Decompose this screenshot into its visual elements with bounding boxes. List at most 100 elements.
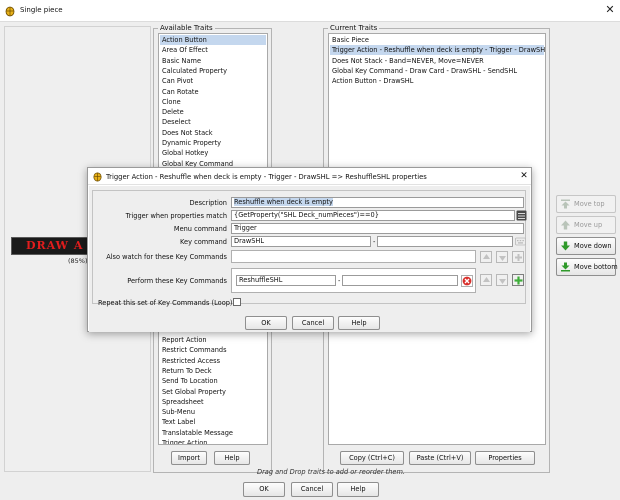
list-item[interactable]: Global Key Command - Draw Card - DrawSHL… xyxy=(330,66,544,76)
list-item[interactable]: Can Pivot xyxy=(160,76,266,86)
list-item[interactable]: Does Not Stack - Band=NEVER, Move=NEVER xyxy=(330,56,544,66)
dialog-title-bar: Trigger Action - Reshuffle when deck is … xyxy=(88,168,531,185)
dialog-ok-button[interactable]: OK xyxy=(245,316,287,330)
move-down-button[interactable]: Move down xyxy=(556,237,616,255)
available-traits-title: Available Traits xyxy=(158,24,215,32)
list-item[interactable]: Can Rotate xyxy=(160,87,266,97)
list-item[interactable]: Delete xyxy=(160,107,266,117)
watch-add-button[interactable] xyxy=(512,251,524,263)
arrow-up-icon xyxy=(483,254,490,259)
list-item[interactable]: Send To Location xyxy=(160,376,266,386)
dialog-cancel-button[interactable]: Cancel xyxy=(292,316,334,330)
close-icon[interactable]: ✕ xyxy=(603,3,617,17)
description-value: Reshuffle when deck is empty xyxy=(234,198,333,206)
key-command-label: Key command xyxy=(180,238,227,246)
key-command-separator: - xyxy=(373,238,376,246)
app-icon xyxy=(93,172,102,182)
watch-key-commands-list[interactable] xyxy=(231,250,476,263)
current-traits-title: Current Traits xyxy=(328,24,380,32)
perform-add-button[interactable] xyxy=(512,274,524,286)
list-item[interactable]: Does Not Stack xyxy=(160,128,266,138)
window-title: Single piece xyxy=(20,6,63,14)
list-item[interactable]: Sub-Menu xyxy=(160,407,266,417)
move-top-icon xyxy=(561,199,570,209)
move-bottom-button[interactable]: Move bottom xyxy=(556,258,618,276)
edit-expression-icon[interactable] xyxy=(516,210,527,221)
list-item[interactable]: Set Global Property xyxy=(160,387,266,397)
available-help-button[interactable]: Help xyxy=(214,451,250,465)
description-label: Description xyxy=(189,199,227,207)
list-item[interactable]: Action Button - DrawSHL xyxy=(330,76,544,86)
delete-icon[interactable] xyxy=(461,275,473,287)
list-item[interactable]: Global Hotkey xyxy=(160,148,266,158)
move-down-icon xyxy=(561,241,570,251)
list-item[interactable]: Translatable Message xyxy=(160,428,266,438)
keyboard-icon[interactable] xyxy=(515,236,526,247)
repeat-loop-checkbox[interactable] xyxy=(233,298,241,306)
arrow-down-icon xyxy=(499,256,506,261)
close-icon[interactable]: ✕ xyxy=(518,170,530,182)
repeat-loop-label: Repeat this set of Key Commands (Loop) xyxy=(98,299,233,307)
perform-key-commands-label: Perform these Key Commands xyxy=(127,277,227,285)
list-item[interactable]: Basic Piece xyxy=(330,35,544,45)
list-item[interactable]: Return To Deck xyxy=(160,366,266,376)
watch-key-commands-label: Also watch for these Key Commands xyxy=(106,253,227,261)
description-field[interactable]: Reshuffle when deck is empty xyxy=(231,197,524,208)
arrow-down-icon xyxy=(499,279,506,284)
import-button[interactable]: Import xyxy=(171,451,207,465)
help-button[interactable]: Help xyxy=(337,482,379,497)
list-item[interactable]: Restrict Commands xyxy=(160,345,266,355)
move-bottom-label: Move bottom xyxy=(574,263,618,271)
list-item[interactable]: Action Button xyxy=(160,35,266,45)
perform-named-key-field[interactable] xyxy=(342,275,458,286)
perform-key-separator: - xyxy=(338,277,341,285)
properties-match-label: Trigger when properties match xyxy=(125,212,227,220)
move-up-button[interactable]: Move up xyxy=(556,216,616,234)
arrow-up-icon xyxy=(483,277,490,282)
list-item[interactable]: Basic Name xyxy=(160,56,266,66)
perform-key-commands-list[interactable]: ReshuffleSHL - xyxy=(231,268,476,293)
list-item[interactable]: Area Of Effect xyxy=(160,45,266,55)
list-item[interactable]: Text Label xyxy=(160,417,266,427)
app-icon xyxy=(5,6,15,17)
list-item[interactable]: Clone xyxy=(160,97,266,107)
list-item[interactable]: Restricted Access xyxy=(160,356,266,366)
dialog-help-button[interactable]: Help xyxy=(338,316,380,330)
cancel-button[interactable]: Cancel xyxy=(291,482,333,497)
perform-move-down-button[interactable] xyxy=(496,274,508,286)
key-command-named-key-field[interactable] xyxy=(377,236,513,247)
list-item[interactable]: Trigger Action xyxy=(160,438,266,444)
list-item[interactable]: Dynamic Property xyxy=(160,138,266,148)
list-item[interactable]: Report Action xyxy=(160,335,266,345)
move-up-label: Move up xyxy=(574,221,603,229)
perform-key-command-field[interactable]: ReshuffleSHL xyxy=(236,275,336,286)
watch-move-up-button[interactable] xyxy=(480,251,492,263)
properties-match-field[interactable]: {GetProperty("SHL Deck_numPieces")==0} xyxy=(231,210,515,221)
move-top-button[interactable]: Move top xyxy=(556,195,616,213)
key-command-field[interactable]: DrawSHL xyxy=(231,236,371,247)
move-up-icon xyxy=(561,220,570,230)
copy-button[interactable]: Copy (Ctrl+C) xyxy=(340,451,404,465)
list-item[interactable]: Calculated Property xyxy=(160,66,266,76)
list-item[interactable]: Spreadsheet xyxy=(160,397,266,407)
piece-scale: (85%) xyxy=(68,257,88,265)
list-item[interactable]: Deselect xyxy=(160,117,266,127)
menu-command-field[interactable]: Trigger xyxy=(231,223,524,234)
trigger-action-dialog: Trigger Action - Reshuffle when deck is … xyxy=(87,167,532,332)
ok-button[interactable]: OK xyxy=(243,482,285,497)
drag-drop-hint: Drag and Drop traits to add or reorder t… xyxy=(257,468,405,476)
list-item[interactable]: Trigger Action - Reshuffle when deck is … xyxy=(330,45,545,56)
paste-button[interactable]: Paste (Ctrl+V) xyxy=(409,451,471,465)
dialog-body: Description Reshuffle when deck is empty… xyxy=(89,186,530,332)
watch-move-down-button[interactable] xyxy=(496,251,508,263)
perform-move-up-button[interactable] xyxy=(480,274,492,286)
menu-command-label: Menu command xyxy=(173,225,227,233)
dialog-title: Trigger Action - Reshuffle when deck is … xyxy=(106,173,427,181)
move-top-label: Move top xyxy=(574,200,605,208)
add-icon xyxy=(514,276,523,285)
window-title-bar: Single piece ✕ xyxy=(0,0,620,22)
add-icon xyxy=(515,254,522,261)
move-bottom-icon xyxy=(561,262,570,272)
piece-image: DRAW A xyxy=(11,237,91,255)
properties-button[interactable]: Properties xyxy=(475,451,535,465)
